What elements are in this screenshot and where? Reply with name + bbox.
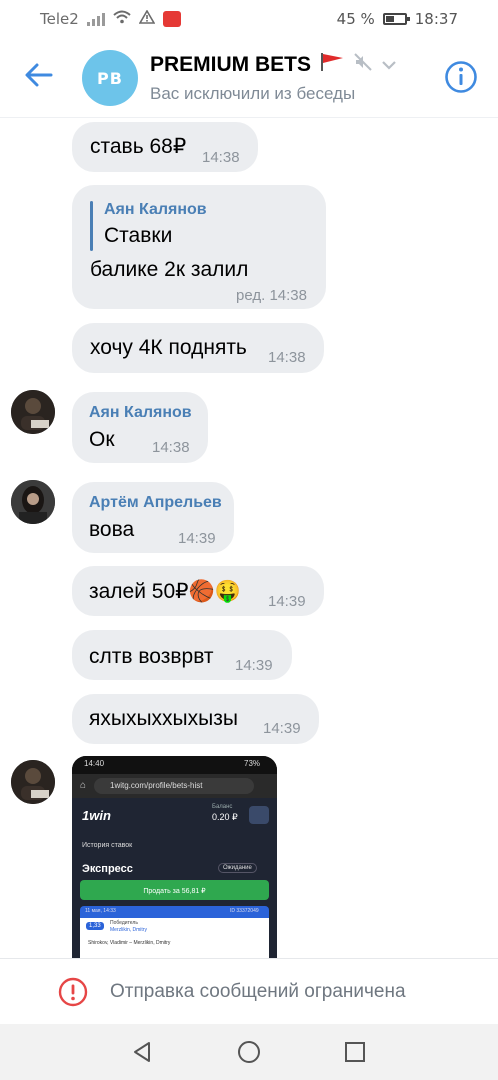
shot-profile-icon: [249, 806, 269, 824]
shot-ticket-id: ID 33372049: [230, 908, 259, 914]
message-bubble[interactable]: ставь 68₽ 14:38: [72, 122, 258, 172]
message-text: слтв возврвт: [89, 645, 214, 668]
message-text: залей 50₽🏀🤑: [89, 580, 241, 603]
message-time: 14:39: [178, 530, 216, 547]
alert-icon: [138, 9, 156, 28]
wifi-icon: [113, 10, 131, 28]
message-text: Ок: [89, 428, 115, 451]
restriction-bar: Отправка сообщений ограничена: [0, 958, 498, 1024]
shot-brand: 1win: [82, 808, 111, 823]
avatar-initials: PB: [97, 68, 123, 88]
battery-icon: [382, 13, 410, 25]
signal-icon: [86, 12, 105, 26]
shot-ticket-date: 11 мая, 14:33: [85, 908, 116, 914]
message-time: 14:39: [268, 593, 306, 610]
message-bubble[interactable]: хочу 4К поднять 14:38: [72, 323, 324, 373]
muted-icon: [353, 52, 373, 78]
shot-balance-label: Баланс: [212, 804, 233, 810]
system-nav-bar: [0, 1024, 498, 1080]
message-bubble[interactable]: залей 50₽🏀🤑 14:39: [72, 566, 324, 616]
user-avatar[interactable]: [11, 760, 55, 804]
shot-history-link: История ставок: [82, 842, 133, 849]
shot-status-bar: 14:40 73%: [72, 756, 277, 774]
info-icon[interactable]: [444, 60, 478, 94]
back-arrow-icon[interactable]: [22, 58, 56, 92]
chat-title[interactable]: PREMIUM BETS: [150, 52, 397, 78]
message-text: ставь 68₽: [90, 135, 187, 158]
shot-browser-bar: ⌂ 1witg.com/profile/bets-hist: [72, 774, 277, 798]
status-bar: Tele2 45 % 18:37: [0, 0, 498, 38]
image-attachment[interactable]: 14:40 73% ⌂ 1witg.com/profile/bets-hist …: [72, 756, 277, 960]
carrier-label: Tele2: [40, 10, 79, 28]
message-bubble[interactable]: Аян Калянов Ставки балике 2к залил ред. …: [72, 185, 326, 309]
nav-back-icon[interactable]: [130, 1040, 154, 1068]
battery-percent: 45 %: [336, 10, 375, 28]
nav-recents-icon[interactable]: [343, 1040, 367, 1068]
message-text: вова: [89, 518, 135, 541]
shot-bet-status: Ожидание: [218, 863, 257, 873]
shot-outcome-label: Победитель: [110, 920, 138, 926]
shot-match: Shirokov, Vladimir – Merzlikin, Dmitry: [88, 940, 171, 946]
message-bubble[interactable]: яхыхыххыхызы 14:39: [72, 694, 319, 744]
shot-home-icon: ⌂: [80, 780, 87, 791]
chevron-down-icon[interactable]: [381, 53, 397, 77]
shot-ticket-header: 11 мая, 14:33 ID 33372049: [80, 906, 269, 918]
red-flag-icon: [319, 52, 345, 78]
shot-sell-label: Продать за 56,81 ₽: [143, 888, 206, 895]
user-avatar[interactable]: [11, 390, 55, 434]
warning-icon: [58, 977, 88, 1007]
shot-outcome-value: Merzlikin, Dmitry: [110, 927, 147, 933]
shot-bet-type: Экспресс: [82, 863, 133, 875]
reply-quote-bar: [90, 201, 93, 251]
restriction-text: Отправка сообщений ограничена: [110, 981, 406, 1002]
shot-balance: 0.20 ₽: [212, 812, 238, 822]
shot-url: 1witg.com/profile/bets-hist: [110, 781, 203, 790]
shot-time: 14:40: [84, 759, 105, 768]
message-time: 14:38: [152, 439, 190, 456]
message-time: ред. 14:38: [236, 287, 307, 304]
message-time: 14:38: [268, 349, 306, 366]
user-avatar[interactable]: [11, 480, 55, 524]
chat-subtitle: Вас исключили из беседы: [150, 84, 356, 103]
message-time: 14:39: [263, 720, 301, 737]
reply-author[interactable]: Аян Калянов: [104, 201, 207, 219]
chat-header: PB PREMIUM BETS Вас исключили из беседы: [0, 38, 498, 118]
shot-coef: 1,33: [86, 922, 104, 930]
clock: 18:37: [414, 10, 458, 28]
shot-ticket-body: 1,33 Победитель Merzlikin, Dmitry Shirok…: [80, 918, 269, 960]
message-time: 14:39: [235, 657, 273, 674]
reply-text: Ставки: [104, 224, 173, 247]
chat-avatar[interactable]: PB: [82, 50, 138, 106]
message-text: балике 2к залил: [90, 258, 249, 281]
sender-name[interactable]: Артём Апрельев: [89, 494, 222, 512]
message-text: хочу 4К поднять: [90, 336, 247, 359]
chat-title-text: PREMIUM BETS: [150, 53, 312, 76]
huawei-app-icon: [162, 11, 181, 27]
shot-sell-button: Продать за 56,81 ₽: [80, 880, 269, 900]
shot-url-field: 1witg.com/profile/bets-hist: [94, 778, 254, 794]
sender-name[interactable]: Аян Калянов: [89, 404, 192, 422]
message-bubble[interactable]: Артём Апрельев вова 14:39: [72, 482, 234, 553]
message-text: яхыхыххыхызы: [89, 707, 238, 730]
nav-home-icon[interactable]: [237, 1040, 261, 1068]
message-time: 14:38: [202, 149, 240, 166]
message-bubble[interactable]: Аян Калянов Ок 14:38: [72, 392, 208, 463]
message-bubble[interactable]: слтв возврвт 14:39: [72, 630, 292, 680]
shot-page: 1win Баланс 0.20 ₽ История ставок Экспре…: [72, 798, 277, 960]
shot-battery: 73%: [244, 759, 261, 768]
